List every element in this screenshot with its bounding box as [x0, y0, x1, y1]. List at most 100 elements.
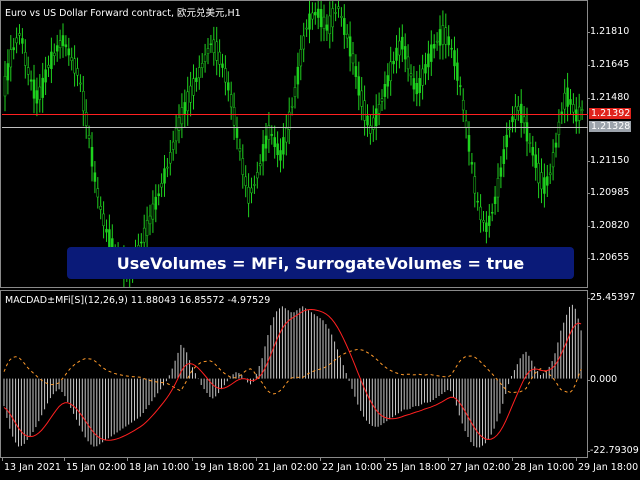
candle-body	[38, 86, 42, 100]
candle-body	[140, 241, 143, 244]
candle-body	[488, 215, 491, 226]
time-label: 15 Jan 02:00	[63, 458, 127, 473]
candle-body	[142, 227, 146, 243]
bid-price-line[interactable]	[2, 114, 588, 115]
candle-body	[354, 66, 358, 77]
candle-body	[540, 172, 543, 190]
candle-body	[241, 158, 245, 175]
candle-body	[293, 87, 297, 97]
candle-body	[229, 94, 233, 108]
candle-body	[209, 43, 213, 46]
candle-body	[192, 78, 195, 96]
candle-body	[26, 67, 30, 75]
candle-body	[534, 154, 537, 168]
candle-body	[441, 25, 445, 45]
candle-body	[157, 193, 160, 197]
candle-body	[456, 62, 459, 81]
price-chart-title: Euro vs US Dollar Forward contract, 欧元兑美…	[5, 8, 241, 19]
candle-body	[44, 69, 47, 83]
ask-price-tag: 1.21328	[589, 121, 631, 132]
candle-body	[325, 24, 329, 31]
candle-body	[305, 27, 308, 30]
candle-body	[363, 100, 366, 121]
candle-body	[270, 134, 274, 136]
indicator-pane[interactable]: MACDAD±MFi[S](12,26,9) 11.88043 16.85572…	[0, 290, 588, 458]
candle-body	[505, 134, 508, 148]
time-label: 27 Jan 02:00	[447, 458, 511, 473]
candle-body	[351, 53, 355, 64]
time-axis[interactable]: 13 Jan 2021 15 Jan 02:00 18 Jan 10:00 19…	[0, 458, 640, 480]
candle-body	[386, 75, 390, 87]
indicator-scale[interactable]: 25.45397 0.000 -22.79309	[586, 290, 640, 458]
candle-body	[470, 162, 474, 165]
candle-body	[145, 220, 149, 236]
ask-price-line[interactable]	[2, 127, 588, 128]
candle-body	[73, 58, 76, 74]
candle-body	[206, 48, 210, 54]
candle-body	[479, 206, 482, 220]
candle-body	[235, 128, 239, 138]
candle-body	[200, 63, 204, 68]
candle-body	[412, 78, 416, 90]
candle-body	[389, 61, 392, 82]
candle-body	[447, 36, 450, 46]
candle-body	[421, 68, 424, 86]
candle-body	[461, 99, 465, 111]
candle-body	[473, 176, 477, 194]
candle-body	[508, 128, 511, 131]
price-chart-pane[interactable]: Euro vs US Dollar Forward contract, 欧元兑美…	[0, 0, 588, 288]
candle-body	[314, 11, 317, 16]
indicator-tick: 0.000	[586, 374, 618, 385]
candle-body	[575, 109, 578, 122]
candle-body	[171, 141, 175, 150]
time-label: 19 Jan 18:00	[191, 458, 255, 473]
bid-price-tag: 1.21392	[589, 108, 631, 119]
candle-body	[546, 176, 549, 186]
candle-body	[221, 63, 224, 68]
candle-body	[551, 152, 555, 168]
candle-body	[337, 6, 340, 9]
candle-body	[93, 172, 97, 182]
candle-body	[96, 188, 100, 198]
candle-body	[482, 220, 485, 223]
candle-body	[244, 176, 247, 186]
candle-body	[189, 85, 192, 103]
candle-body	[502, 149, 506, 164]
price-tick: 1.21810	[586, 26, 630, 37]
candle-body	[334, 12, 337, 14]
price-tick: 1.21150	[586, 155, 630, 166]
candle-body	[50, 51, 53, 69]
candle-body	[148, 215, 152, 225]
candle-body	[345, 33, 349, 39]
candle-body	[357, 76, 361, 96]
candle-body	[424, 64, 427, 74]
macd-histogram	[3, 304, 582, 448]
candle-body	[490, 212, 494, 214]
price-scale[interactable]: 1.21810 1.21645 1.21480 1.21150 1.20985 …	[586, 0, 640, 288]
settings-banner: UseVolumes = MFi, SurrogateVolumes = tru…	[67, 247, 574, 279]
candle-body	[79, 82, 82, 85]
candle-body	[276, 143, 279, 156]
candle-body	[450, 47, 453, 50]
candle-body	[517, 105, 520, 111]
candle-body	[47, 64, 50, 68]
candle-body	[9, 49, 13, 68]
candle-body	[340, 16, 343, 18]
candle-body	[302, 35, 305, 50]
time-label: 21 Jan 02:00	[255, 458, 319, 473]
candle-body	[438, 29, 442, 46]
candle-body	[316, 8, 320, 18]
candle-body	[580, 109, 584, 112]
candle-body	[525, 122, 529, 142]
candle-body	[543, 177, 546, 194]
candle-body	[279, 150, 282, 161]
candle-body	[569, 99, 572, 105]
candle-body	[18, 33, 21, 36]
indicator-tick: 25.45397	[586, 292, 636, 303]
candle-body	[183, 102, 187, 115]
candle-body	[290, 105, 294, 108]
candle-body	[485, 222, 488, 232]
candle-body	[522, 116, 526, 124]
candle-body	[21, 38, 24, 44]
time-label: 29 Jan 18:00	[575, 458, 639, 473]
